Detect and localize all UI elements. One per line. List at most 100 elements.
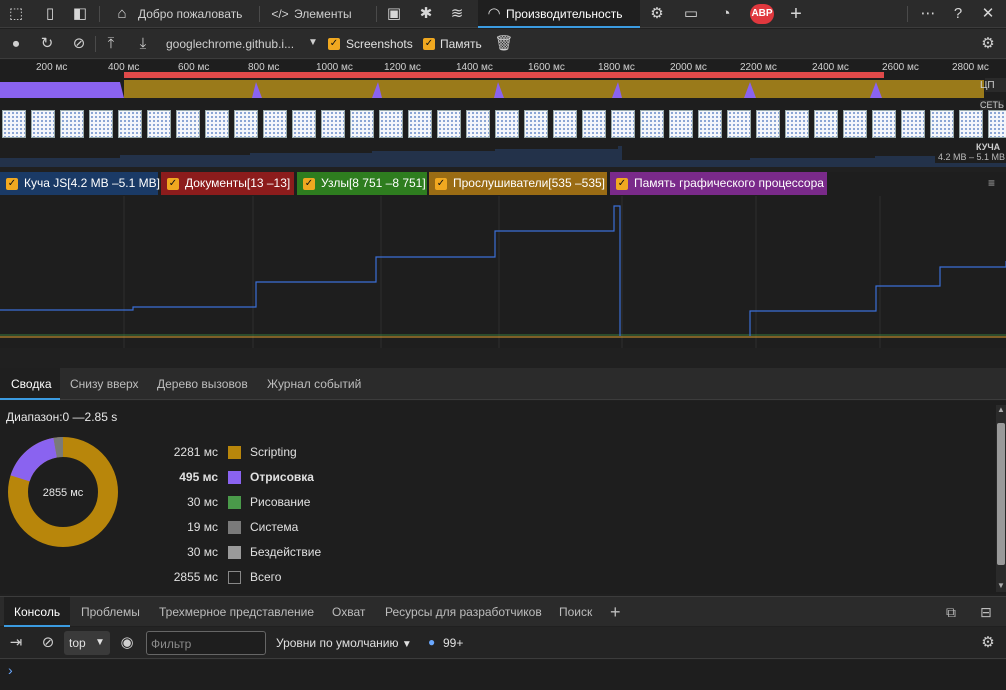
filmstrip-frame[interactable] (31, 110, 55, 138)
tab-coverage[interactable]: Охват (332, 597, 365, 627)
filmstrip-frame[interactable] (553, 110, 577, 138)
filmstrip-frame[interactable] (988, 110, 1006, 138)
listeners-checkbox[interactable]: ✓ (435, 178, 447, 190)
clear-icon[interactable]: ⊘ (69, 34, 89, 54)
more-icon[interactable]: ⋯ (918, 4, 938, 24)
tab-console[interactable]: Консоль (4, 597, 71, 627)
sidebar-toggle-icon[interactable]: ⇥ (6, 633, 26, 653)
filmstrip-frame[interactable] (872, 110, 896, 138)
filmstrip-frame[interactable] (379, 110, 403, 138)
filmstrip-frame[interactable] (698, 110, 722, 138)
filmstrip-frame[interactable] (176, 110, 200, 138)
filmstrip-frame[interactable] (959, 110, 983, 138)
context-select[interactable]: top ▼ (64, 631, 110, 655)
device-toolbar-icon[interactable]: ▯ (40, 4, 60, 24)
download-icon[interactable]: ⤓ (133, 34, 153, 54)
abp-badge[interactable]: ABP (750, 4, 774, 24)
close-drawer-icon[interactable]: ⊟ (980, 597, 992, 627)
filmstrip-frame[interactable] (2, 110, 26, 138)
tab-performance[interactable]: ◠ Производительность (478, 0, 640, 28)
scrollbar-thumb[interactable] (997, 423, 1005, 565)
memory-checkbox[interactable]: ✓ (423, 38, 435, 50)
filmstrip-frame[interactable] (205, 110, 229, 138)
eye-icon[interactable]: ◉ (117, 633, 137, 653)
chip-icon[interactable]: ⚙ (647, 4, 667, 24)
dock-icon[interactable]: ◧ (70, 4, 90, 24)
tab-summary[interactable]: Сводка (0, 368, 60, 400)
filmstrip-frame[interactable] (930, 110, 954, 138)
scroll-down-icon[interactable]: ▼ (997, 581, 1005, 590)
filter-input[interactable]: Фильтр (146, 631, 266, 655)
scroll-up-icon[interactable]: ▲ (997, 405, 1005, 414)
bug-icon[interactable]: ✱ (416, 4, 436, 24)
close-icon[interactable]: ✕ (978, 4, 998, 24)
filmstrip-frame[interactable] (321, 110, 345, 138)
counter-gpu[interactable]: ✓ Память графического процессора (610, 172, 827, 195)
console-prompt[interactable]: › (0, 660, 1006, 690)
levels-select[interactable]: Уровни по умолчанию ▼ (276, 636, 412, 650)
filmstrip-frame[interactable] (60, 110, 84, 138)
memory-graph[interactable] (0, 196, 1006, 348)
help-icon[interactable]: ? (948, 4, 968, 24)
counter-nodes[interactable]: ✓ Узлы[8 751 –8 751] (297, 172, 427, 195)
filmstrip-frame[interactable] (147, 110, 171, 138)
tab-3d-view[interactable]: Трехмерное представление (159, 597, 314, 627)
lighthouse-icon[interactable]: ◔ (716, 4, 736, 24)
tab-bottom-up[interactable]: Снизу вверх (70, 368, 139, 400)
application-icon[interactable]: ▭ (681, 4, 701, 24)
filmstrip-frame[interactable] (640, 110, 664, 138)
filmstrip-frame[interactable] (611, 110, 635, 138)
filmstrip-frame[interactable] (263, 110, 287, 138)
counter-js-heap[interactable]: ✓ Куча JS[4.2 MB –5.1 MB] (0, 172, 160, 195)
counter-listeners[interactable]: ✓ Прослушиватели[535 –535] (429, 172, 607, 195)
tab-developer-resources[interactable]: Ресурсы для разработчиков (385, 597, 542, 627)
chevron-down-icon[interactable]: ▼ (308, 37, 318, 48)
nodes-checkbox[interactable]: ✓ (303, 178, 315, 190)
filmstrip-frame[interactable] (408, 110, 432, 138)
filmstrip-frame[interactable] (756, 110, 780, 138)
filmstrip-frame[interactable] (350, 110, 374, 138)
filmstrip-frame[interactable] (524, 110, 548, 138)
trash-icon[interactable]: 🗑 (494, 34, 514, 54)
filmstrip-frame[interactable] (89, 110, 113, 138)
documents-checkbox[interactable]: ✓ (167, 178, 179, 190)
screenshots-checkbox[interactable]: ✓ (328, 38, 340, 50)
tab-welcome[interactable]: ⌂ Добро пожаловать (106, 0, 258, 28)
filmstrip-frame[interactable] (234, 110, 258, 138)
add-tab-icon[interactable]: + (786, 4, 806, 24)
summary-scrollbar[interactable]: ▲ ▼ (996, 405, 1006, 592)
js-heap-checkbox[interactable]: ✓ (6, 178, 18, 190)
console-settings-icon[interactable]: ⚙ (978, 633, 998, 653)
upload-icon[interactable]: ⤒ (101, 34, 121, 54)
issues-icon[interactable]: ● (428, 635, 435, 649)
inspect-icon[interactable]: ⬚ (6, 4, 26, 24)
filmstrip-frame[interactable] (814, 110, 838, 138)
console-icon[interactable]: ▣ (384, 4, 404, 24)
tab-search[interactable]: Поиск (559, 597, 592, 627)
filmstrip-frame[interactable] (582, 110, 606, 138)
clear-console-icon[interactable]: ⊘ (38, 633, 58, 653)
filmstrip-frame[interactable] (785, 110, 809, 138)
filmstrip-frame[interactable] (466, 110, 490, 138)
dock-drawer-icon[interactable]: ⧉ (946, 597, 956, 627)
filmstrip-frame[interactable] (901, 110, 925, 138)
wifi-icon[interactable]: ≋ (447, 4, 467, 24)
settings-icon[interactable]: ⚙ (978, 34, 998, 54)
add-drawer-tab-icon[interactable]: + (610, 597, 621, 627)
filmstrip-frame[interactable] (843, 110, 867, 138)
filmstrip-frame[interactable] (727, 110, 751, 138)
filmstrip-frame[interactable] (118, 110, 142, 138)
tab-event-log[interactable]: Журнал событий (267, 368, 361, 400)
tab-elements[interactable]: </> Элементы (266, 0, 376, 28)
tab-issues[interactable]: Проблемы (81, 597, 140, 627)
record-icon[interactable]: ⏺ (6, 34, 26, 54)
filmstrip-frame[interactable] (292, 110, 316, 138)
menu-icon[interactable]: ≡ (988, 176, 995, 190)
filmstrip-frame[interactable] (669, 110, 693, 138)
reload-icon[interactable]: ↻ (37, 34, 57, 54)
gpu-checkbox[interactable]: ✓ (616, 178, 628, 190)
counter-documents[interactable]: ✓ Документы[13 –13] (161, 172, 294, 195)
filmstrip-frame[interactable] (437, 110, 461, 138)
tab-call-tree[interactable]: Дерево вызовов (157, 368, 248, 400)
url-select[interactable]: googlechrome.github.i... (166, 37, 294, 51)
